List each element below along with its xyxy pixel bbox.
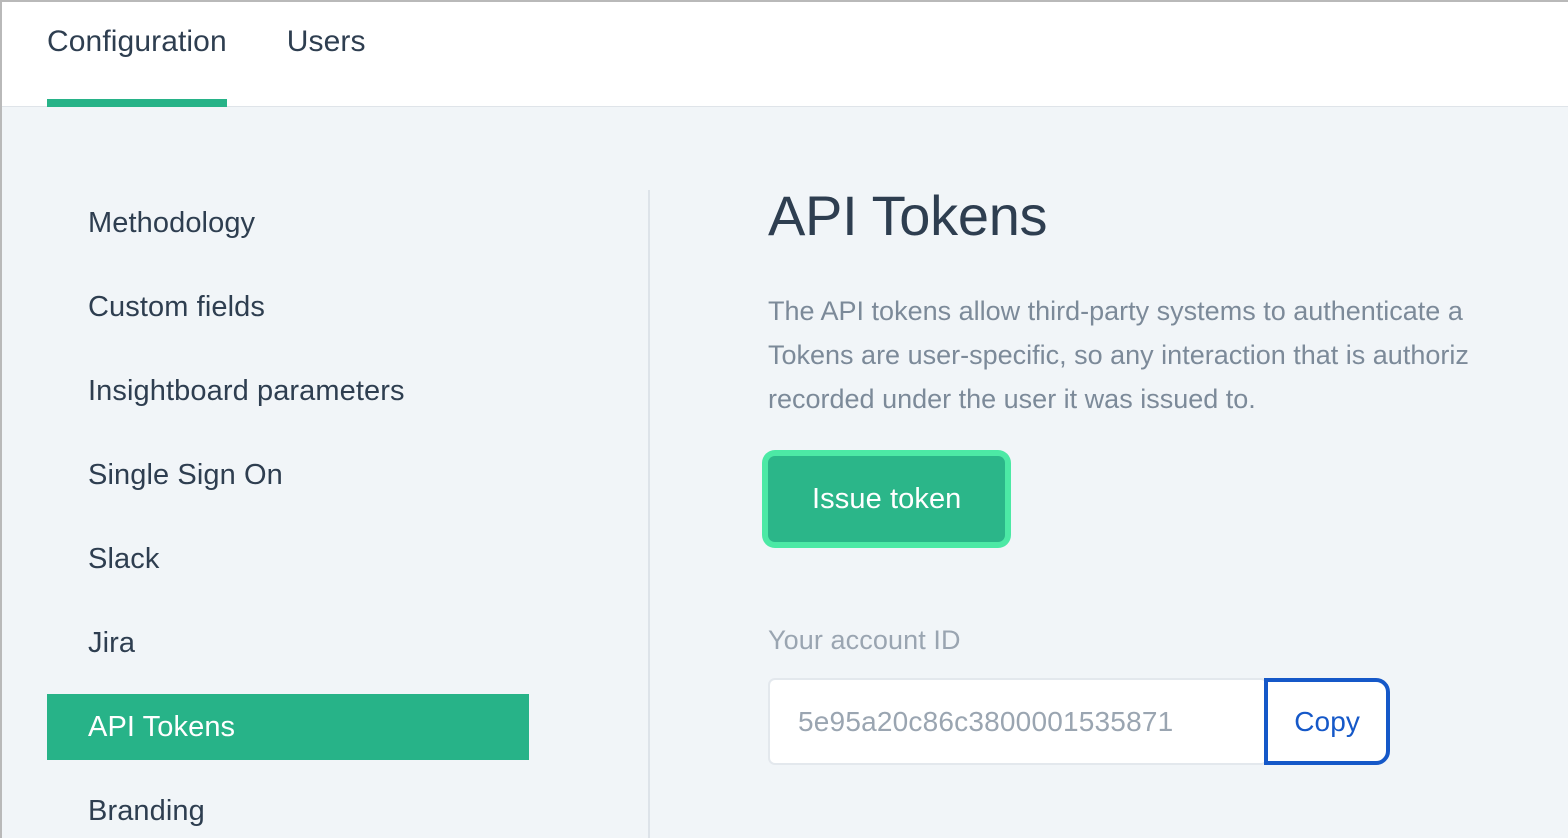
sidebar-item-jira[interactable]: Jira: [47, 610, 529, 676]
tab-configuration[interactable]: Configuration: [47, 2, 227, 107]
sidebar-item-methodology[interactable]: Methodology: [47, 190, 529, 256]
sidebar-item-api-tokens[interactable]: API Tokens: [47, 694, 529, 760]
tab-users-label: Users: [286, 25, 366, 58]
tab-list: Configuration Users: [2, 2, 1568, 107]
content-area: Methodology Custom fields Insightboard p…: [2, 107, 1568, 838]
tab-configuration-label: Configuration: [47, 25, 227, 58]
api-tokens-panel: API Tokens The API tokens allow third-pa…: [768, 183, 1568, 838]
issue-token-button[interactable]: Issue token: [768, 456, 1006, 542]
tab-active-indicator: [47, 99, 227, 107]
sidebar-item-custom-fields[interactable]: Custom fields: [47, 274, 529, 340]
sidebar-item-slack[interactable]: Slack: [47, 526, 529, 592]
description-line-2: Tokens are user-specific, so any interac…: [768, 340, 1469, 370]
account-id-row: Copy: [768, 678, 1390, 765]
account-id-block: Your account ID Copy: [768, 624, 1568, 765]
page-description: The API tokens allow third-party systems…: [768, 289, 1568, 421]
description-line-3: recorded under the user it was issued to…: [768, 384, 1256, 414]
account-id-label: Your account ID: [768, 625, 961, 655]
copy-account-id-button[interactable]: Copy: [1264, 678, 1390, 765]
sidebar-item-single-sign-on[interactable]: Single Sign On: [47, 442, 529, 508]
sidebar-item-insightboard-parameters[interactable]: Insightboard parameters: [47, 358, 529, 424]
sidebar-item-branding[interactable]: Branding: [47, 778, 529, 838]
settings-page: Configuration Users Methodology Custom f…: [0, 0, 1568, 838]
issue-token-row: Issue token: [768, 456, 1568, 542]
page-title: API Tokens: [768, 184, 1048, 247]
vertical-divider: [648, 190, 650, 838]
settings-sidebar: Methodology Custom fields Insightboard p…: [2, 190, 602, 838]
description-line-1: The API tokens allow third-party systems…: [768, 296, 1463, 326]
account-id-input[interactable]: [768, 678, 1269, 765]
tab-users[interactable]: Users: [287, 2, 366, 106]
top-tabbar: Configuration Users: [2, 2, 1568, 107]
